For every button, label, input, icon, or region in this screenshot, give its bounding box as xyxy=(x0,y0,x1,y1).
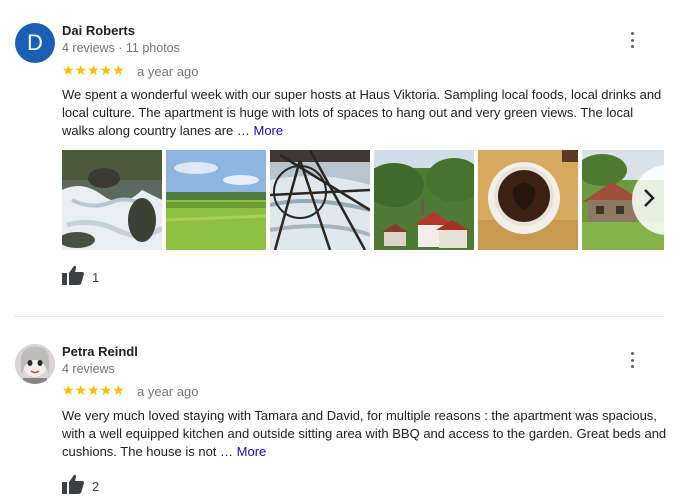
meadow-photo[interactable] xyxy=(166,150,266,250)
more-link[interactable]: More xyxy=(254,123,284,138)
coffee-cup-photo[interactable] xyxy=(478,150,578,250)
reviewer-meta: 4 reviews · 11 photos xyxy=(62,41,180,55)
like-button[interactable]: 1 xyxy=(62,265,99,290)
more-vert-icon[interactable] xyxy=(626,350,638,370)
reviewer-name[interactable]: Dai Roberts xyxy=(62,23,135,38)
reviewer-meta: 4 reviews xyxy=(62,362,115,376)
reviewer-name[interactable]: Petra Reindl xyxy=(62,344,138,359)
photo-strip xyxy=(62,150,664,250)
village-photo[interactable] xyxy=(374,150,474,250)
star-rating: ★★★★★ xyxy=(62,62,125,78)
thumb-up-icon xyxy=(62,265,84,290)
review-text: We spent a wonderful week with our super… xyxy=(62,86,667,140)
like-count: 1 xyxy=(92,270,100,285)
review-body: We very much loved staying with Tamara a… xyxy=(62,408,667,459)
more-link[interactable]: More xyxy=(237,444,267,459)
avatar[interactable]: D xyxy=(15,23,55,63)
review-date: a year ago xyxy=(137,384,199,399)
more-vert-icon[interactable] xyxy=(626,30,638,50)
star-rating: ★★★★★ xyxy=(62,382,125,398)
avatar[interactable] xyxy=(15,344,55,384)
review-date: a year ago xyxy=(137,64,199,79)
thumb-up-icon xyxy=(62,474,84,499)
like-count: 2 xyxy=(92,479,100,494)
like-button[interactable]: 2 xyxy=(62,474,99,499)
river-through-window-photo[interactable] xyxy=(270,150,370,250)
waterfall-photo[interactable] xyxy=(62,150,162,250)
review-body: We spent a wonderful week with our super… xyxy=(62,87,662,138)
chevron-right-icon xyxy=(642,187,656,214)
divider xyxy=(14,316,664,317)
review-text: We very much loved staying with Tamara a… xyxy=(62,407,667,461)
